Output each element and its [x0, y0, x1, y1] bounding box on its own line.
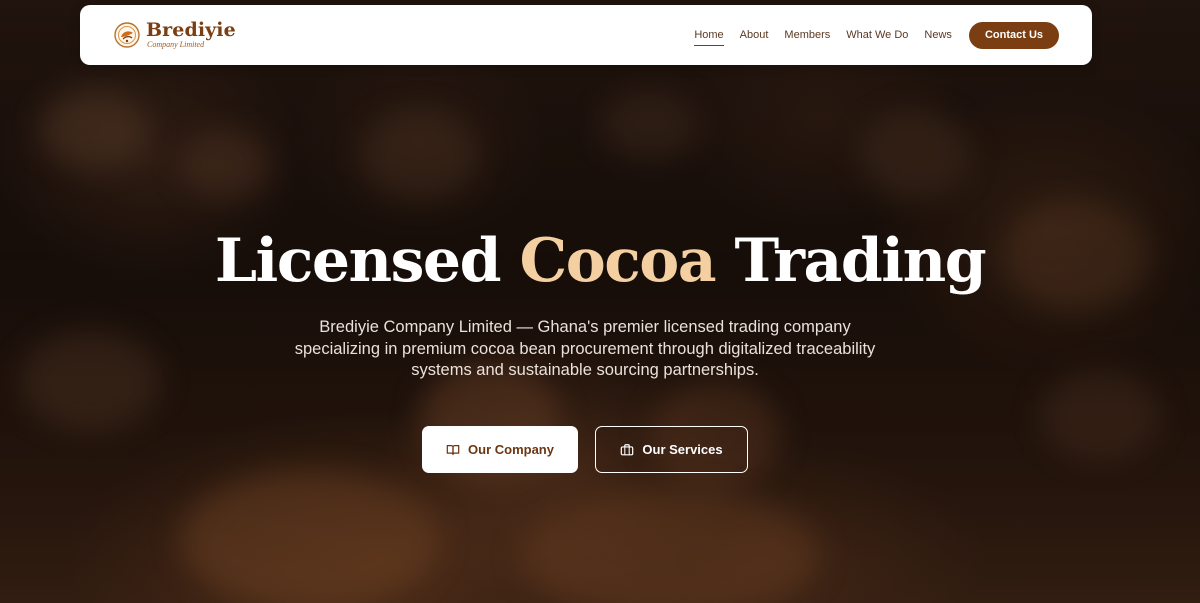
- brand-tagline: Company Limited: [147, 40, 205, 49]
- main-nav: Home About Members What We Do News Conta…: [694, 21, 1059, 49]
- headline-part-1: Licensed: [214, 226, 502, 296]
- book-open-icon: [446, 444, 460, 455]
- nav-link-what-we-do[interactable]: What We Do: [846, 26, 908, 44]
- nav-link-about[interactable]: About: [740, 26, 769, 44]
- cocoa-leaf-emblem-icon: [114, 22, 140, 48]
- background-overlay: [0, 0, 1200, 603]
- hero-cta-group: Our Company Our Services: [422, 426, 748, 473]
- our-company-label: Our Company: [468, 442, 554, 457]
- our-services-label: Our Services: [642, 442, 723, 457]
- hero-subtitle: Brediyie Company Limited — Ghana's premi…: [294, 318, 876, 379]
- our-company-button[interactable]: Our Company: [422, 426, 578, 473]
- nav-link-home[interactable]: Home: [694, 26, 725, 46]
- hero-section: Brediyie Company Limited Home About Memb…: [0, 0, 1200, 603]
- nav-link-members[interactable]: Members: [784, 26, 830, 44]
- hero-headline: Licensed Cocoa Trading: [0, 226, 1200, 296]
- nav-link-news[interactable]: News: [924, 26, 952, 44]
- navbar: Brediyie Company Limited Home About Memb…: [80, 5, 1092, 65]
- contact-us-button[interactable]: Contact Us: [968, 21, 1059, 49]
- brand-logo-link[interactable]: Brediyie Company Limited: [114, 21, 236, 49]
- our-services-button[interactable]: Our Services: [595, 426, 748, 473]
- briefcase-icon: [621, 443, 634, 455]
- headline-accent: Cocoa: [519, 226, 716, 296]
- headline-part-2: Trading: [734, 226, 987, 296]
- brand-name: Brediyie: [146, 19, 236, 41]
